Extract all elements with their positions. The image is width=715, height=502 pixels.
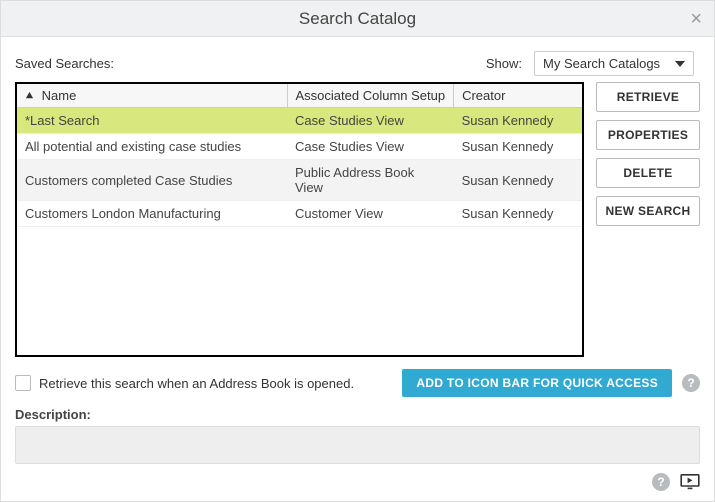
cell-name: *Last Search xyxy=(17,108,287,134)
description-box xyxy=(15,426,700,464)
cell-creator: Susan Kennedy xyxy=(454,108,582,134)
new-search-button[interactable]: NEW SEARCH xyxy=(596,196,700,226)
cell-name: Customers completed Case Studies xyxy=(17,160,287,201)
action-buttons: RETRIEVE PROPERTIES DELETE NEW SEARCH xyxy=(596,82,700,357)
cell-assoc: Public Address Book View xyxy=(287,160,454,201)
cell-assoc: Case Studies View xyxy=(287,108,454,134)
show-label: Show: xyxy=(486,56,522,71)
help-icon[interactable]: ? xyxy=(682,374,700,392)
properties-button[interactable]: PROPERTIES xyxy=(596,120,700,150)
table-header-row: Name Associated Column Setup Creator xyxy=(17,84,582,108)
retrieve-on-open-checkbox[interactable] xyxy=(15,375,31,391)
show-dropdown[interactable]: My Search Catalogs xyxy=(534,51,694,76)
table-row[interactable]: *Last Search Case Studies View Susan Ken… xyxy=(17,108,582,134)
table-row[interactable]: Customers London Manufacturing Customer … xyxy=(17,201,582,227)
content: Saved Searches: Show: My Search Catalogs xyxy=(1,37,714,472)
help-icon[interactable]: ? xyxy=(652,473,670,491)
col-creator[interactable]: Creator xyxy=(454,84,582,108)
show-wrap: Show: My Search Catalogs xyxy=(486,51,694,76)
main: Name Associated Column Setup Creator *La… xyxy=(15,82,700,357)
cell-creator: Susan Kennedy xyxy=(454,160,582,201)
description-label: Description: xyxy=(15,407,700,422)
cell-creator: Susan Kennedy xyxy=(454,201,582,227)
table-row[interactable]: All potential and existing case studies … xyxy=(17,134,582,160)
col-name[interactable]: Name xyxy=(17,84,287,108)
dialog-search-catalog: Search Catalog × Saved Searches: Show: M… xyxy=(0,0,715,502)
retrieve-button[interactable]: RETRIEVE xyxy=(596,82,700,112)
cell-name: Customers London Manufacturing xyxy=(17,201,287,227)
show-dropdown-value: My Search Catalogs xyxy=(543,56,660,71)
video-tutorial-icon[interactable] xyxy=(680,474,700,490)
saved-searches-table[interactable]: Name Associated Column Setup Creator *La… xyxy=(15,82,584,357)
cell-assoc: Customer View xyxy=(287,201,454,227)
top-row: Saved Searches: Show: My Search Catalogs xyxy=(15,51,700,76)
dialog-title: Search Catalog xyxy=(299,9,416,28)
col-name-label: Name xyxy=(42,88,77,103)
saved-searches-label: Saved Searches: xyxy=(15,56,114,71)
col-assoc[interactable]: Associated Column Setup xyxy=(287,84,454,108)
cell-creator: Susan Kennedy xyxy=(454,134,582,160)
table-row[interactable]: Customers completed Case Studies Public … xyxy=(17,160,582,201)
titlebar: Search Catalog × xyxy=(1,1,714,37)
col-assoc-label: Associated Column Setup xyxy=(296,88,446,103)
col-creator-label: Creator xyxy=(462,88,505,103)
add-to-icon-bar-button[interactable]: ADD TO ICON BAR FOR QUICK ACCESS xyxy=(402,369,672,397)
table-body: *Last Search Case Studies View Susan Ken… xyxy=(17,108,582,227)
below-table-row: Retrieve this search when an Address Boo… xyxy=(15,369,700,397)
retrieve-on-open-label: Retrieve this search when an Address Boo… xyxy=(39,376,354,391)
bottom-icons: ? xyxy=(642,473,700,491)
cell-name: All potential and existing case studies xyxy=(17,134,287,160)
cell-assoc: Case Studies View xyxy=(287,134,454,160)
sort-asc-icon xyxy=(25,88,34,103)
close-icon[interactable]: × xyxy=(690,1,702,37)
delete-button[interactable]: DELETE xyxy=(596,158,700,188)
table: Name Associated Column Setup Creator *La… xyxy=(17,84,582,227)
chevron-down-icon xyxy=(675,59,685,69)
